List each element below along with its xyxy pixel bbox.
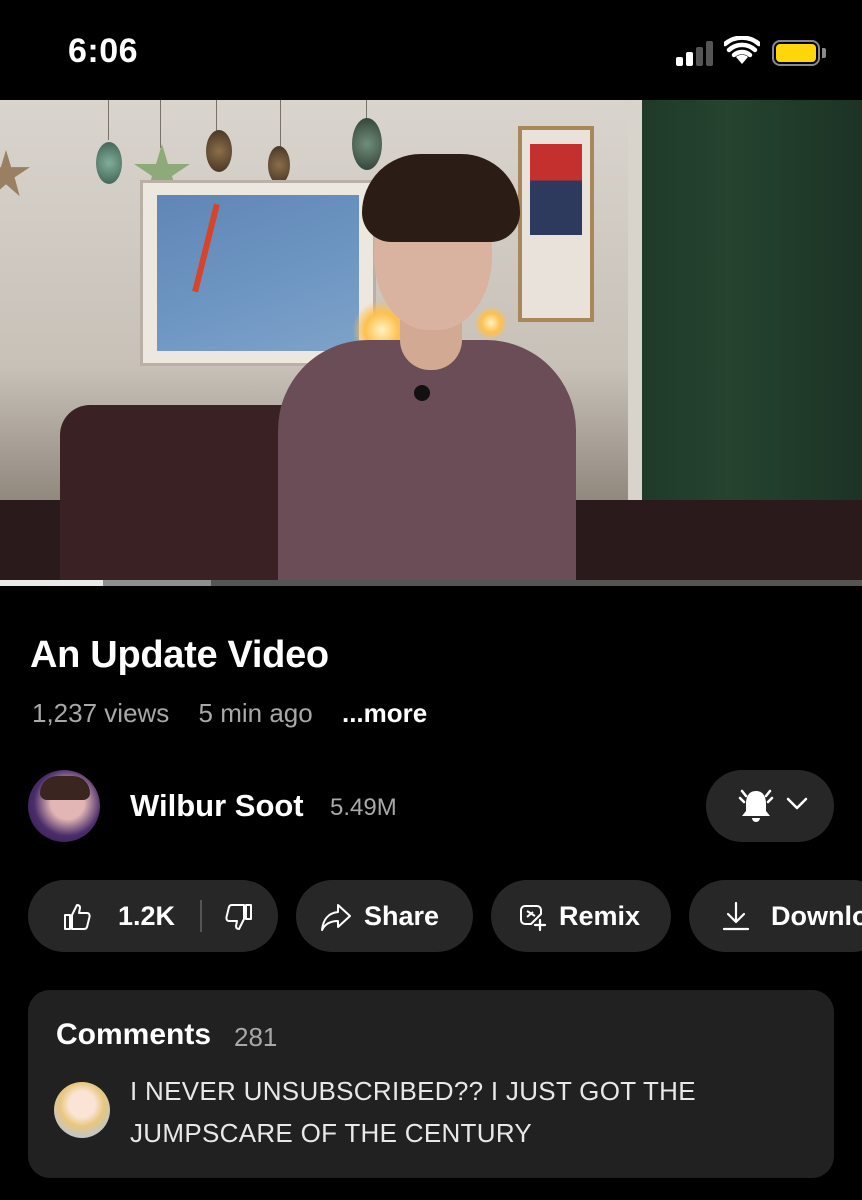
wifi-icon [724,36,760,64]
more-link[interactable]: ...more [342,698,427,728]
status-bar: 6:06 [0,0,862,100]
upload-age: 5 min ago [198,698,313,728]
like-divider [200,900,202,932]
view-count: 1,237 views [32,698,170,728]
video-progress-bar[interactable] [0,580,862,586]
subscriber-count: 5.49M [330,794,397,821]
share-label: Share [364,901,440,931]
video-meta: 1,237 views 5 min ago ...more [32,698,427,729]
channel-avatar[interactable] [28,770,100,842]
channel-name[interactable]: Wilbur Soot [130,788,304,824]
progress-played [0,580,104,586]
remix-button[interactable]: Remix [491,880,671,952]
video-title: An Update Video [30,634,329,676]
download-label: Downlo [771,901,862,931]
remix-label: Remix [559,901,641,931]
cellular-signal-icon [676,40,716,66]
download-icon [722,901,750,931]
status-time: 6:06 [68,32,139,70]
subscription-bell-button[interactable] [706,770,834,842]
like-count[interactable]: 1.2K [118,901,175,932]
share-button[interactable]: Share [296,880,473,952]
thumbs-down-icon[interactable] [224,902,254,932]
chevron-down-icon [786,797,808,810]
share-icon [321,904,351,931]
like-dislike-pill: 1.2K [28,880,278,952]
top-comment-text: I NEVER UNSUBSCRIBED?? I JUST GOT THE JU… [130,1076,696,1148]
comments-heading: Comments [56,1018,212,1051]
video-player[interactable] [0,100,862,586]
comments-card[interactable]: Comments 281 I NEVER UNSUBSCRIBED?? I JU… [28,990,834,1178]
remix-icon [520,905,547,932]
download-button[interactable]: Downlo [689,880,862,952]
bell-icon [738,789,774,822]
battery-icon [772,40,826,66]
thumbs-up-icon[interactable] [62,902,92,932]
commenter-avatar [54,1082,110,1138]
comments-count: 281 [234,1022,278,1052]
